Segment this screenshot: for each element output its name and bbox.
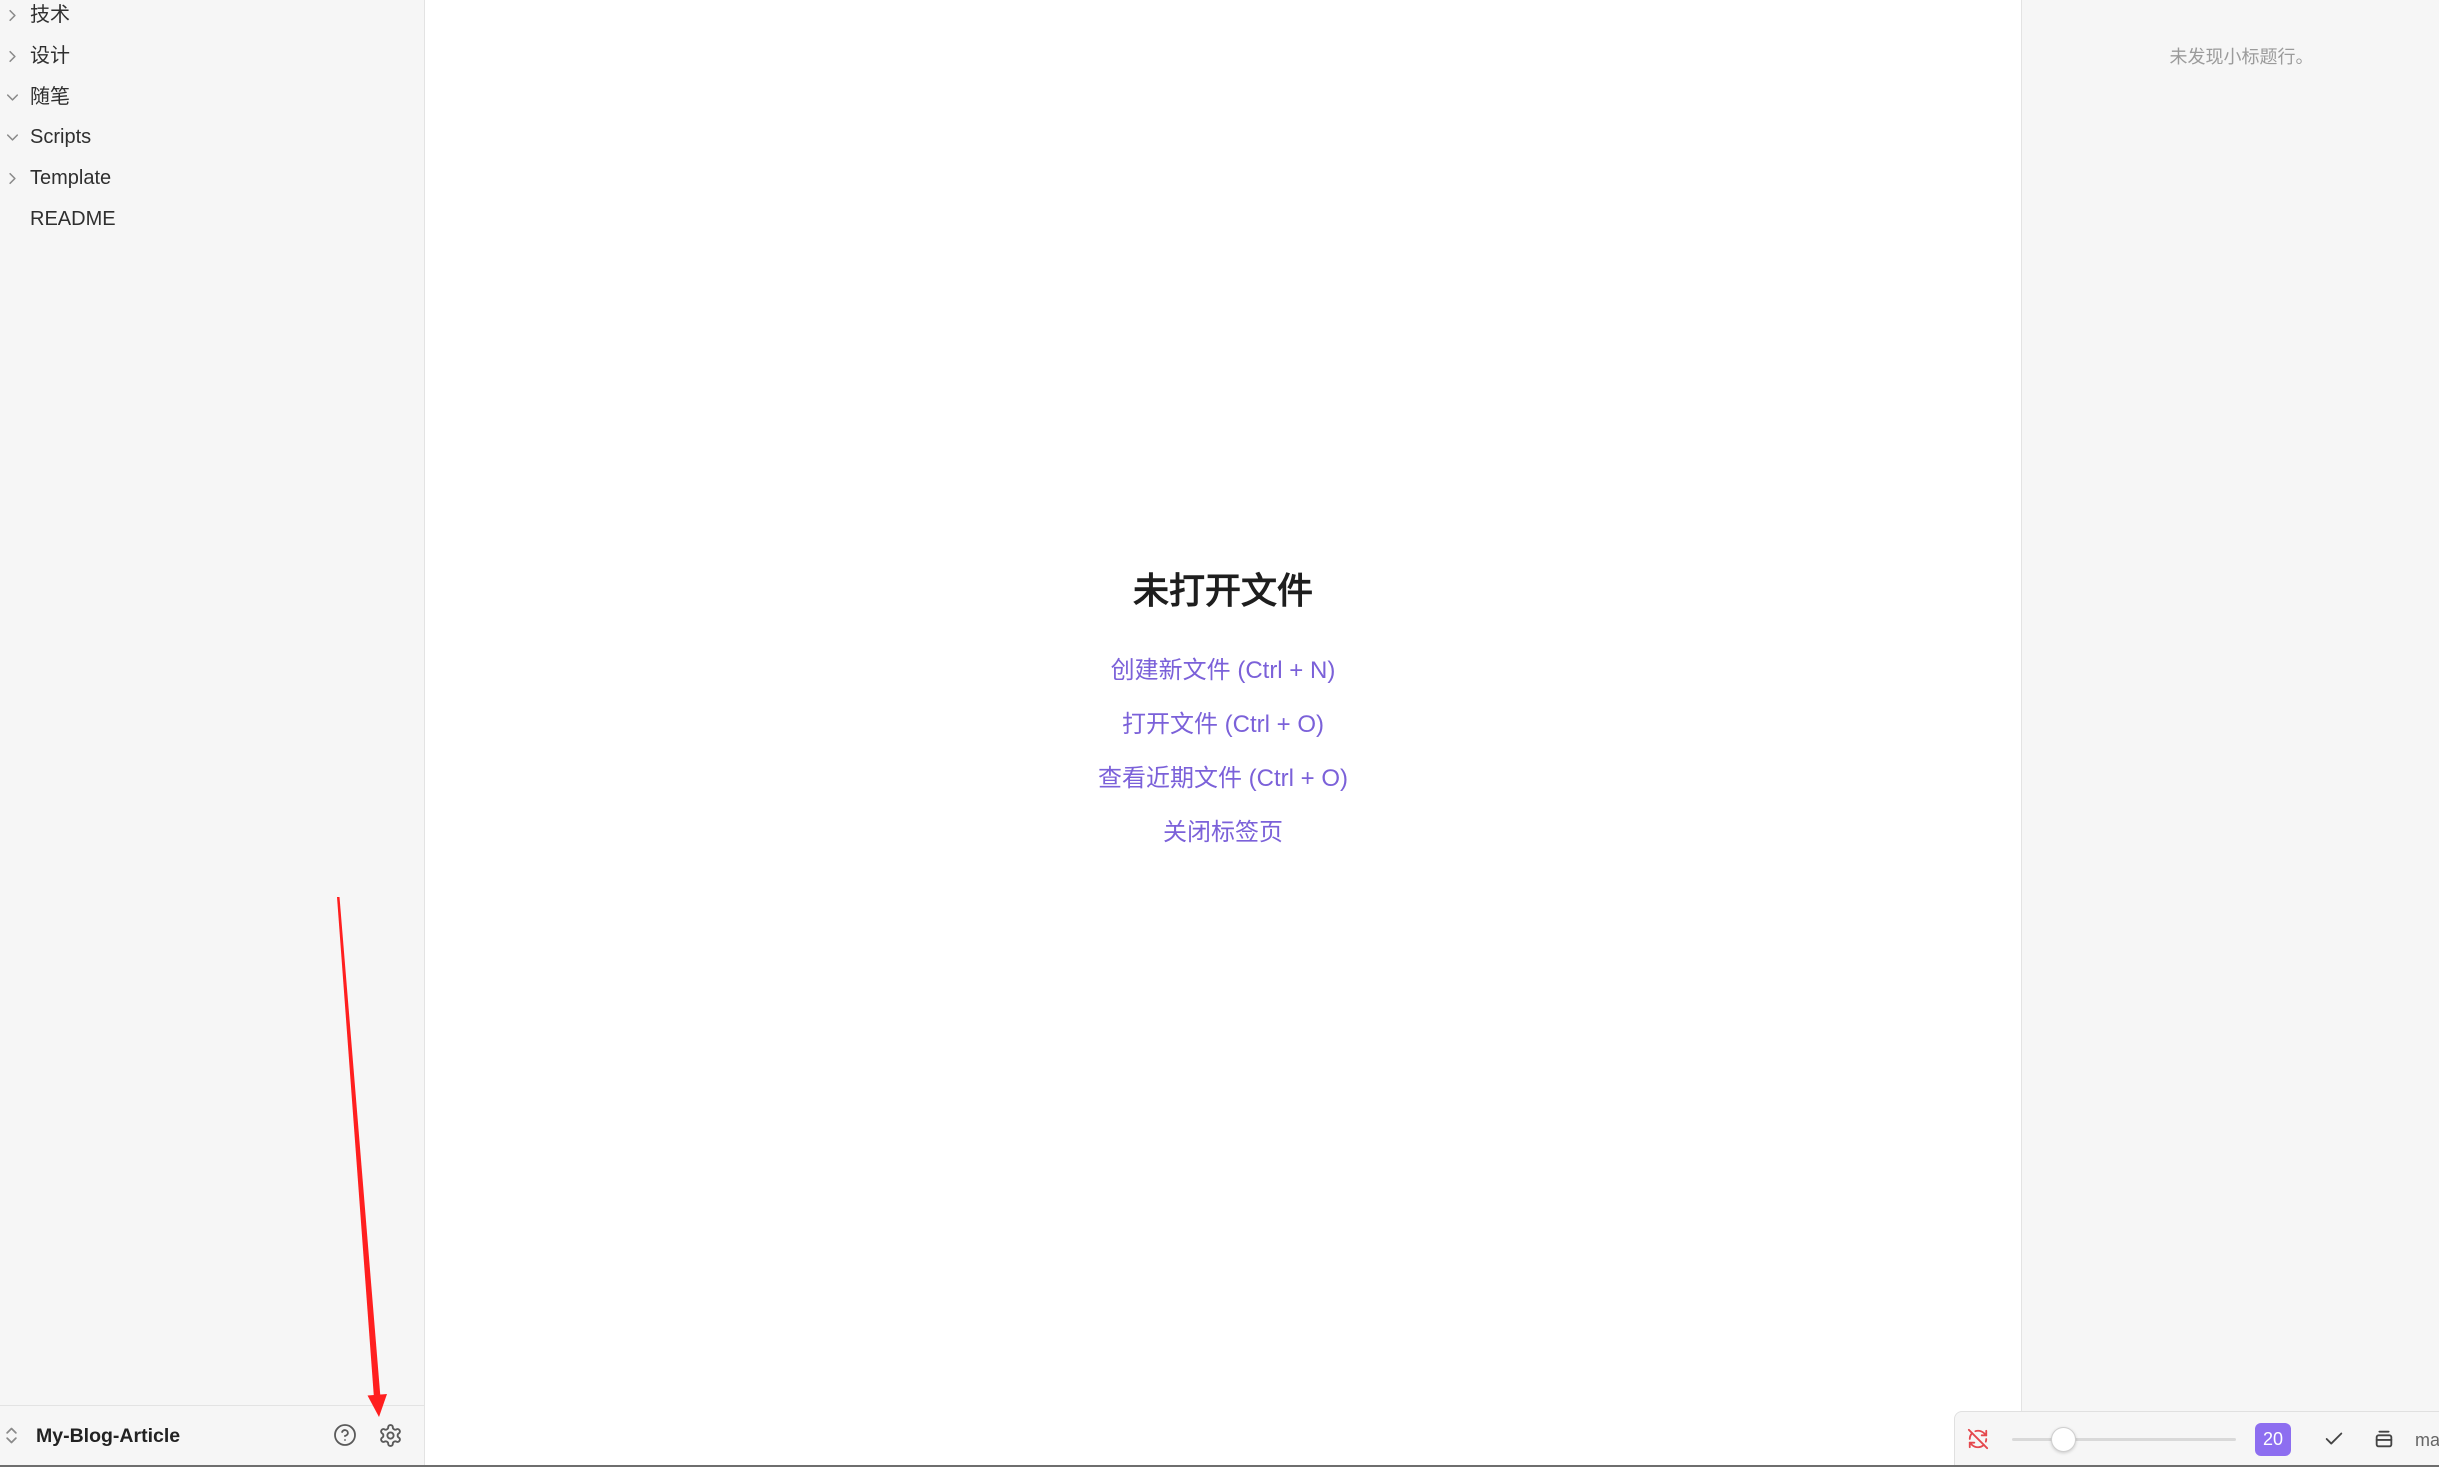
open-file-link[interactable]: 打开文件 (Ctrl + O) [1122, 711, 1324, 738]
file-tree: 技术 设计 随笔 Scripts Template README [0, 0, 424, 240]
slider-value-badge: 20 [2255, 1423, 2291, 1456]
recent-files-link[interactable]: 查看近期文件 (Ctrl + O) [1098, 765, 1348, 792]
tree-folder-template[interactable]: Template [0, 158, 424, 199]
close-tab-link[interactable]: 关闭标签页 [1163, 819, 1283, 846]
status-slider-thumb[interactable] [2051, 1427, 2077, 1452]
chevron-right-icon [9, 173, 16, 185]
tree-folder-技术[interactable]: 技术 [0, 0, 424, 36]
empty-action-row: 打开文件 (Ctrl + O) [425, 698, 2021, 752]
status-slider-track[interactable] [2012, 1438, 2236, 1441]
stack-icon[interactable] [2373, 1428, 2395, 1450]
empty-action-row: 关闭标签页 [425, 806, 2021, 860]
app-window: 技术 设计 随笔 Scripts Template README My-Blog… [0, 0, 2439, 1467]
tree-item-label: 随笔 [30, 85, 70, 108]
file-explorer-sidebar: 技术 设计 随笔 Scripts Template README My-Blog… [0, 0, 425, 1467]
tree-item-label: Template [30, 167, 112, 190]
sync-off-icon[interactable] [1967, 1428, 1989, 1450]
tree-file-readme[interactable]: README [0, 199, 424, 240]
help-circle-icon[interactable] [333, 1423, 357, 1447]
tree-item-label: Scripts [30, 126, 92, 149]
vault-switcher-bar: My-Blog-Article [0, 1405, 424, 1465]
tree-folder-随笔[interactable]: 随笔 [0, 77, 424, 118]
gear-icon[interactable] [378, 1423, 403, 1448]
tree-item-label: 技术 [30, 4, 70, 26]
create-new-file-link[interactable]: 创建新文件 (Ctrl + N) [1111, 657, 1336, 684]
tree-folder-设计[interactable]: 设计 [0, 36, 424, 77]
editor-empty-state: 未打开文件 创建新文件 (Ctrl + N) 打开文件 (Ctrl + O) 查… [425, 0, 2021, 1467]
tree-item-label: 设计 [30, 44, 70, 67]
empty-state-title: 未打开文件 [1132, 570, 1313, 611]
chevron-right-icon [9, 50, 16, 62]
chevron-up-down-icon[interactable] [1, 1425, 22, 1446]
status-bar: 20 ma [1954, 1411, 2439, 1465]
empty-action-row: 查看近期文件 (Ctrl + O) [425, 752, 2021, 806]
outline-sidebar: 未发现小标题行。 [2021, 0, 2439, 1467]
vault-name[interactable]: My-Blog-Article [36, 1406, 180, 1466]
chevron-right-icon [9, 9, 16, 22]
empty-action-row: 创建新文件 (Ctrl + N) [425, 644, 2021, 698]
status-bar-text[interactable]: ma [2415, 1428, 2439, 1452]
tree-folder-scripts[interactable]: Scripts [0, 117, 424, 158]
tree-item-label: README [30, 207, 116, 230]
chevron-down-icon [6, 93, 19, 101]
outline-empty-message: 未发现小标题行。 [2169, 47, 2314, 67]
check-icon[interactable] [2323, 1428, 2345, 1450]
chevron-down-icon [6, 134, 19, 142]
